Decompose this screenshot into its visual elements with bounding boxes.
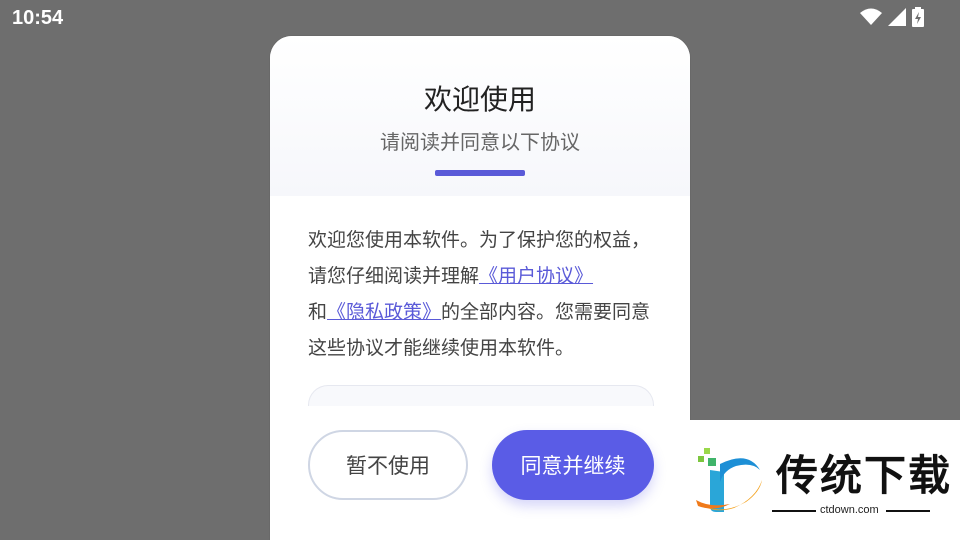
agreement-text: 欢迎您使用本软件。为了保护您的权益，请您仔细阅读并理解《用户协议》 和《隐私政策》… (308, 222, 656, 366)
wifi-icon (860, 8, 882, 25)
battery-icon (912, 7, 924, 27)
privacy-policy-link[interactable]: 《隐私政策》 (327, 301, 441, 323)
brand-logo-icon (696, 448, 762, 512)
status-bar: 10:54 (0, 0, 960, 36)
agreement-text-part2: 和 (308, 301, 328, 323)
agree-continue-button[interactable]: 同意并继续 (492, 430, 654, 500)
dialog-title: 欢迎使用 (423, 83, 536, 116)
dialog-header: 欢迎使用 请阅读并同意以下协议 (270, 36, 690, 196)
watermark: 传统下载 ctdown.com (680, 420, 960, 540)
watermark-brand: 传统下载 (776, 451, 953, 500)
user-agreement-link[interactable]: 《用户协议》 (479, 265, 593, 287)
dialog-subtitle: 请阅读并同意以下协议 (380, 130, 580, 154)
decline-button[interactable]: 暂不使用 (308, 430, 468, 500)
status-icons (860, 7, 924, 27)
watermark-url: ctdown.com (820, 504, 879, 516)
agreement-dialog: 欢迎使用 请阅读并同意以下协议 欢迎您使用本软件。为了保护您的权益，请您仔细阅读… (270, 36, 690, 540)
watermark-line-left (772, 510, 816, 512)
status-time: 10:54 (12, 7, 64, 29)
accent-divider (435, 170, 525, 176)
watermark-line-right (886, 510, 930, 512)
cellular-signal-icon (888, 8, 906, 26)
dialog-footer: 暂不使用 同意并继续 (270, 406, 690, 540)
